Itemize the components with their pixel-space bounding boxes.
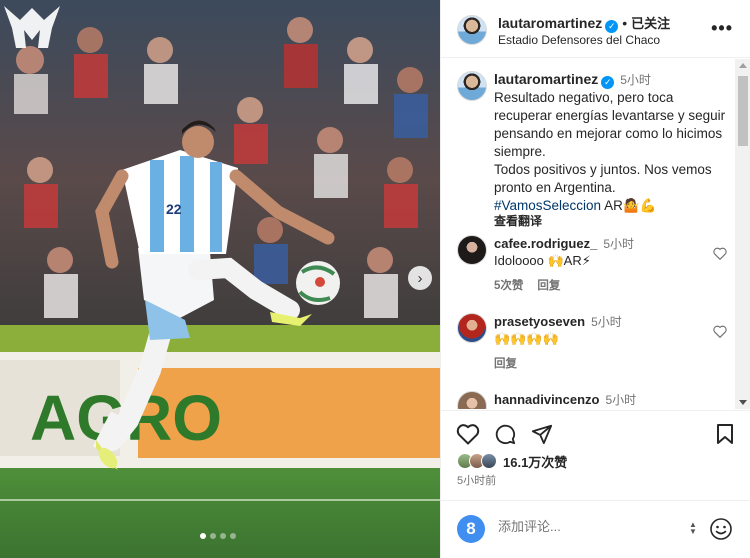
app-badge-icon[interactable]: 8	[457, 515, 485, 543]
bookmark-icon[interactable]	[715, 423, 735, 445]
author-line: lautaromartinez ✓ • 已关注	[498, 13, 670, 33]
comments-scrollbar[interactable]	[735, 59, 750, 409]
verified-icon: ✓	[605, 20, 619, 33]
comment-heart-icon[interactable]	[713, 247, 727, 260]
comment-text: 🙌🙌🙌🙌	[494, 331, 559, 346]
scroll-down-icon[interactable]	[739, 400, 747, 405]
more-options-icon[interactable]: •••	[711, 18, 733, 39]
comment-header: cafee.rodriguez_ 5小时	[494, 235, 634, 253]
author-username[interactable]: lautaromartinez	[498, 15, 602, 31]
comment-meta: 回复	[494, 355, 531, 371]
add-comment-bar: 8 ▲▼	[441, 500, 750, 558]
commenter-username[interactable]: prasetyoseven	[494, 314, 585, 329]
likes-count[interactable]: 16.1万次赞	[503, 452, 567, 471]
comment-input[interactable]	[498, 519, 668, 534]
author-avatar[interactable]	[457, 15, 487, 45]
caption-header: lautaromartinez ✓ 5小时	[494, 71, 651, 89]
comment-time: 5小时	[603, 237, 635, 251]
commenter-username[interactable]: cafee.rodriguez_	[494, 236, 597, 251]
verified-icon: ✓	[601, 76, 615, 89]
caption-username[interactable]: lautaromartinez	[494, 71, 598, 87]
photo-illustration: AGRO 22	[0, 0, 440, 558]
post-location[interactable]: Estadio Defensores del Chaco	[498, 33, 660, 47]
watermark-logo	[4, 6, 60, 48]
carousel-dot	[200, 533, 206, 539]
following-button[interactable]: 已关注	[631, 16, 670, 31]
next-photo-button[interactable]: ›	[408, 266, 432, 290]
post-side-panel: lautaromartinez ✓ • 已关注 Estadio Defensores …	[440, 0, 750, 558]
caption-avatar[interactable]	[457, 71, 487, 101]
caption-line: Resultado negativo, pero toca recuperar …	[494, 90, 726, 159]
comment-meta: 5次赞 回复	[494, 277, 574, 293]
post-photo[interactable]: AGRO 22 ›	[0, 0, 440, 558]
post-header: lautaromartinez ✓ • 已关注 Estadio Defensores …	[441, 0, 750, 58]
comment-time: 5小时	[605, 393, 637, 407]
comment-heart-icon[interactable]	[713, 325, 727, 338]
hashtag-link[interactable]: #VamosSeleccion	[494, 198, 601, 213]
comment-text: Idoloooo 🙌AR⚡	[494, 253, 591, 268]
commenter-avatar[interactable]	[457, 313, 487, 343]
carousel-indicator	[200, 533, 236, 539]
heart-icon[interactable]	[456, 423, 480, 445]
emoji-icon[interactable]	[709, 517, 733, 541]
dot-separator: •	[622, 15, 628, 31]
see-translation-link[interactable]: 查看翻译	[494, 212, 542, 229]
comment-time: 5小时	[591, 315, 622, 329]
comment-header: prasetyoseven 5小时	[494, 313, 622, 331]
scrollbar-thumb[interactable]	[738, 76, 748, 146]
comments-scroll-area[interactable]: lautaromartinez ✓ 5小时 Resultado negativo, …	[441, 59, 735, 409]
liker-avatar	[481, 453, 497, 469]
spinner-arrows-icon[interactable]: ▲ ▼	[689, 521, 697, 536]
caption-emoji: AR🤷💪	[601, 198, 657, 213]
commenter-username[interactable]: hannadivincenzo	[494, 392, 599, 407]
jersey-number: 22	[166, 201, 182, 217]
carousel-dot	[220, 533, 226, 539]
reply-button[interactable]: 回复	[537, 280, 560, 292]
comment-header: hannadivincenzo 5小时	[494, 391, 636, 409]
likes-summary[interactable]: 16.1万次赞	[457, 451, 567, 471]
commenter-avatar[interactable]	[457, 391, 487, 409]
caption-text: Resultado negativo, pero toca recuperar …	[494, 89, 729, 215]
caption-line: Todos positivos y juntos. Nos vemos pron…	[494, 162, 712, 195]
caption-time: 5小时	[620, 73, 651, 87]
post-timestamp: 5小时前	[457, 475, 497, 487]
reply-button[interactable]: 回复	[494, 358, 517, 370]
comment-likes[interactable]: 5次赞	[494, 280, 523, 292]
carousel-dot	[230, 533, 236, 539]
share-icon[interactable]	[531, 423, 553, 445]
commenter-avatar[interactable]	[457, 235, 487, 265]
scroll-up-icon[interactable]	[739, 63, 747, 68]
carousel-dot	[210, 533, 216, 539]
comment-icon[interactable]	[494, 423, 516, 445]
